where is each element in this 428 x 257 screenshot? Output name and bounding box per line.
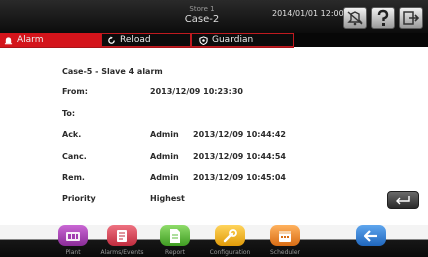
report-icon [160,225,190,246]
logout-icon [403,11,420,25]
alarm-events-icon [107,225,137,246]
ack-time: 2013/12/09 10:44:42 [193,130,286,139]
canc-user: Admin [150,152,179,161]
logout-button[interactable] [399,7,423,29]
tab-alarm[interactable]: Alarm [0,33,101,47]
top-bar: Store 1 Case-2 2014/01/01 12:00 [0,0,428,33]
tab-guardian-label: Guardian [212,35,254,45]
canc-time: 2013/12/09 10:44:54 [193,152,286,161]
alarm-title: Case-5 - Slave 4 alarm [62,67,163,76]
rem-label: Rem. [62,173,85,182]
priority-label: Priority [62,194,96,203]
nav-scheduler-label: Scheduler [269,249,301,256]
alarm-settings-icon [347,11,363,26]
from-label: From: [62,87,88,96]
to-label: To: [62,109,76,118]
canc-label: Canc. [62,152,87,161]
back-button[interactable] [336,225,406,257]
ack-label: Ack. [62,130,82,139]
tab-reload-label: Reload [120,35,151,45]
rem-user: Admin [150,173,179,182]
tab-bar: Alarm Reload Guardian [0,33,428,47]
scheduler-icon [270,225,300,246]
from-value: 2013/12/09 10:23:30 [150,87,243,96]
ack-user: Admin [150,130,179,139]
alarm-detail-panel: Case-5 - Slave 4 alarm From: 2013/12/09 … [0,48,428,225]
nav-scheduler[interactable]: Scheduler [250,225,320,257]
bottom-nav: Plant Alarms/Events Report Configuration… [0,225,428,257]
priority-value: Highest [150,194,185,203]
store-name: Store 1 [189,5,215,13]
help-icon [377,9,389,26]
bell-icon [4,36,13,45]
enter-arrow-icon [396,196,410,205]
case-name: Case-2 [184,14,220,25]
tab-alarm-label: Alarm [17,35,44,45]
plant-icon [58,225,88,246]
alarm-settings-button[interactable] [343,7,367,29]
enter-button[interactable] [387,191,419,209]
help-button[interactable] [371,7,395,29]
wrench-icon [215,225,245,246]
rem-time: 2013/12/09 10:45:04 [193,173,286,182]
back-arrow-icon [356,225,386,246]
reload-icon [107,35,116,45]
datetime: 2014/01/01 12:00 [272,9,344,18]
tab-reload[interactable]: Reload [101,33,191,47]
guardian-icon [199,35,208,45]
tab-guardian[interactable]: Guardian [191,33,294,47]
